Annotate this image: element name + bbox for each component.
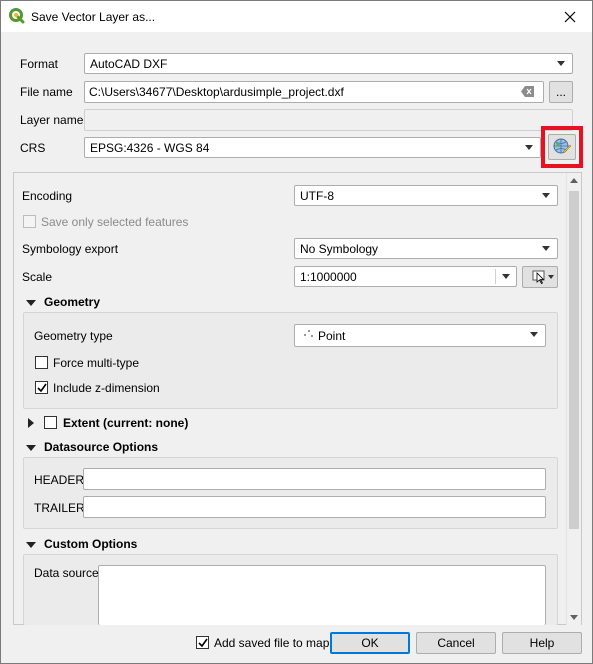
force-multi-label: Force multi-type (53, 356, 140, 370)
save-vector-layer-dialog: Save Vector Layer as... Format AutoCAD D… (0, 0, 593, 664)
chevron-down-icon (548, 275, 554, 279)
encoding-label: Encoding (22, 189, 73, 203)
crs-globe-icon (553, 138, 571, 154)
geometry-group-header[interactable]: Geometry (44, 295, 100, 309)
layername-input[interactable] (84, 109, 573, 131)
chevron-down-icon (542, 193, 550, 198)
chevron-down-icon (530, 332, 538, 337)
chevron-down-icon (525, 145, 533, 150)
cancel-button[interactable]: Cancel (416, 632, 496, 654)
filename-value: C:\Users\34677\Desktop\ardusimple_projec… (89, 85, 344, 99)
symbology-label: Symbology export (22, 242, 119, 256)
filename-label: File name (20, 85, 73, 99)
browse-label: ... (555, 85, 566, 99)
scroll-up-icon[interactable] (570, 178, 578, 183)
scale-label: Scale (22, 270, 53, 284)
format-value: AutoCAD DXF (90, 57, 168, 71)
geometry-type-label: Geometry type (34, 329, 113, 343)
layername-label: Layer name (20, 113, 84, 127)
format-combo[interactable]: AutoCAD DXF (84, 53, 573, 74)
ok-label: OK (361, 636, 379, 650)
geometry-type-value: Point (318, 329, 346, 343)
expand-arrow-icon[interactable] (26, 445, 36, 451)
title-bar: Save Vector Layer as... (1, 1, 592, 32)
crs-select-button[interactable] (548, 134, 576, 160)
scroll-down-icon[interactable] (570, 615, 578, 620)
symbology-combo[interactable]: No Symbology (294, 238, 558, 259)
add-saved-label: Add saved file to map (214, 636, 330, 650)
clear-text-icon[interactable] (521, 86, 535, 97)
point-geometry-icon (304, 330, 313, 337)
map-scale-tool-button[interactable] (522, 266, 558, 288)
trailer-field-input[interactable] (83, 496, 546, 518)
close-icon (564, 11, 576, 22)
close-button[interactable] (548, 1, 592, 32)
z-dimension-label: Include z-dimension (53, 381, 160, 395)
add-saved-checkbox[interactable] (196, 636, 209, 649)
save-selected-checkbox[interactable] (23, 215, 36, 228)
scroll-thumb[interactable] (569, 191, 579, 529)
chevron-down-icon (542, 246, 550, 251)
map-pick-icon (532, 270, 545, 284)
browse-button[interactable]: ... (549, 81, 573, 103)
qgis-logo-icon (9, 8, 25, 24)
symbology-value: No Symbology (300, 242, 379, 256)
encoding-value: UTF-8 (300, 189, 334, 203)
extent-checkbox[interactable] (44, 416, 57, 429)
chevron-down-icon (502, 274, 510, 279)
trailer-field-label: TRAILER (34, 501, 85, 515)
header-field-label: HEADER (34, 473, 85, 487)
extent-group-header[interactable]: Extent (current: none) (63, 416, 188, 430)
custom-datasource-label: Data source (34, 566, 99, 580)
scale-combo[interactable]: 1:1000000 (294, 266, 517, 287)
checkmark-icon (198, 638, 208, 648)
crs-combo[interactable]: EPSG:4326 - WGS 84 (84, 137, 541, 158)
crs-value: EPSG:4326 - WGS 84 (90, 141, 210, 155)
window-title: Save Vector Layer as... (31, 10, 156, 24)
help-label: Help (529, 636, 555, 650)
encoding-combo[interactable]: UTF-8 (294, 185, 558, 206)
expand-arrow-icon[interactable] (26, 542, 36, 548)
collapse-arrow-icon[interactable] (28, 418, 34, 428)
help-button[interactable]: Help (502, 632, 582, 654)
chevron-down-icon (557, 61, 565, 66)
save-selected-label: Save only selected features (41, 215, 189, 229)
ok-button[interactable]: OK (330, 632, 410, 654)
cancel-label: Cancel (437, 636, 475, 650)
checkmark-icon (37, 383, 47, 393)
geometry-type-combo[interactable]: Point (294, 324, 546, 347)
custom-group-header[interactable]: Custom Options (44, 537, 137, 551)
force-multi-checkbox[interactable] (35, 356, 48, 369)
custom-datasource-textarea[interactable] (98, 565, 546, 625)
combo-divider (495, 269, 496, 284)
filename-input[interactable]: C:\Users\34677\Desktop\ardusimple_projec… (84, 81, 544, 103)
vertical-scrollbar[interactable] (566, 173, 581, 625)
header-field-input[interactable] (83, 468, 546, 490)
scale-value: 1:1000000 (300, 270, 357, 284)
expand-arrow-icon[interactable] (26, 300, 36, 306)
z-dimension-checkbox[interactable] (35, 381, 48, 394)
format-label: Format (20, 57, 59, 71)
datasource-group-header[interactable]: Datasource Options (44, 440, 158, 454)
crs-label: CRS (20, 141, 46, 155)
